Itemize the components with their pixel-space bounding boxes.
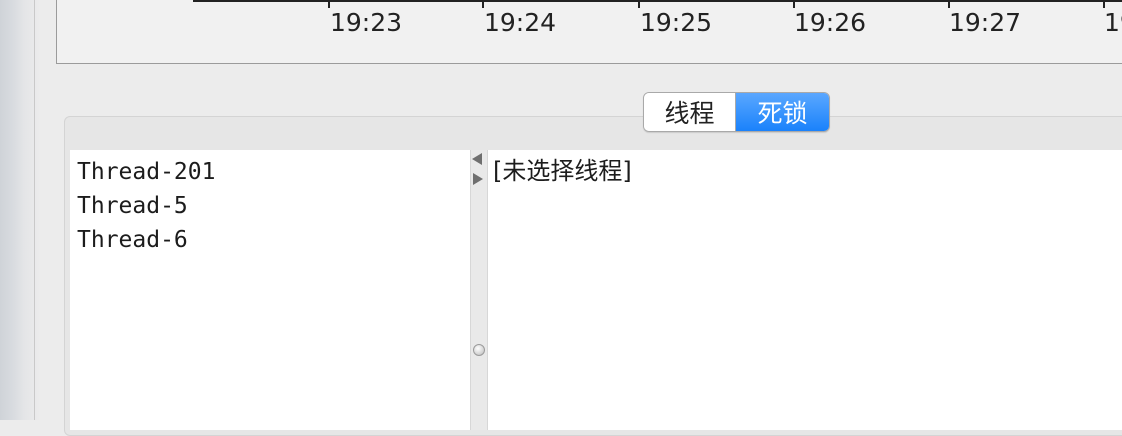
- axis-tick: [328, 0, 330, 8]
- axis-tick: [1103, 0, 1105, 8]
- thread-list[interactable]: Thread-201 Thread-5 Thread-6: [70, 150, 470, 430]
- tab-threads[interactable]: 线程: [644, 93, 736, 131]
- thread-list-item[interactable]: Thread-5: [77, 191, 188, 221]
- axis-tick: [793, 0, 795, 8]
- thread-detail-pane: [未选择线程]: [488, 150, 1122, 430]
- divider-handle-icon[interactable]: [473, 344, 485, 356]
- tab-bar: 线程 死锁: [643, 92, 830, 132]
- axis-tick-label: 19:27: [949, 8, 1022, 37]
- collapse-right-icon[interactable]: [473, 173, 483, 185]
- axis-tick-label: 19:24: [484, 8, 557, 37]
- collapse-left-icon[interactable]: [472, 153, 482, 165]
- thread-list-item[interactable]: Thread-201: [77, 157, 215, 187]
- axis-tick-label: 19: [1104, 8, 1122, 37]
- no-thread-selected-label: [未选择线程]: [493, 157, 632, 185]
- axis-tick-label: 19:25: [640, 8, 713, 37]
- tab-deadlock[interactable]: 死锁: [736, 93, 829, 131]
- window-edge-line: [34, 0, 35, 420]
- split-pane-divider[interactable]: [470, 150, 488, 430]
- axis-tick-label: 19:23: [330, 8, 403, 37]
- axis-tick: [482, 0, 484, 8]
- time-axis: [193, 0, 1122, 2]
- axis-tick: [948, 0, 950, 8]
- axis-tick: [638, 0, 640, 8]
- axis-tick-label: 19:26: [794, 8, 867, 37]
- thread-list-item[interactable]: Thread-6: [77, 225, 188, 255]
